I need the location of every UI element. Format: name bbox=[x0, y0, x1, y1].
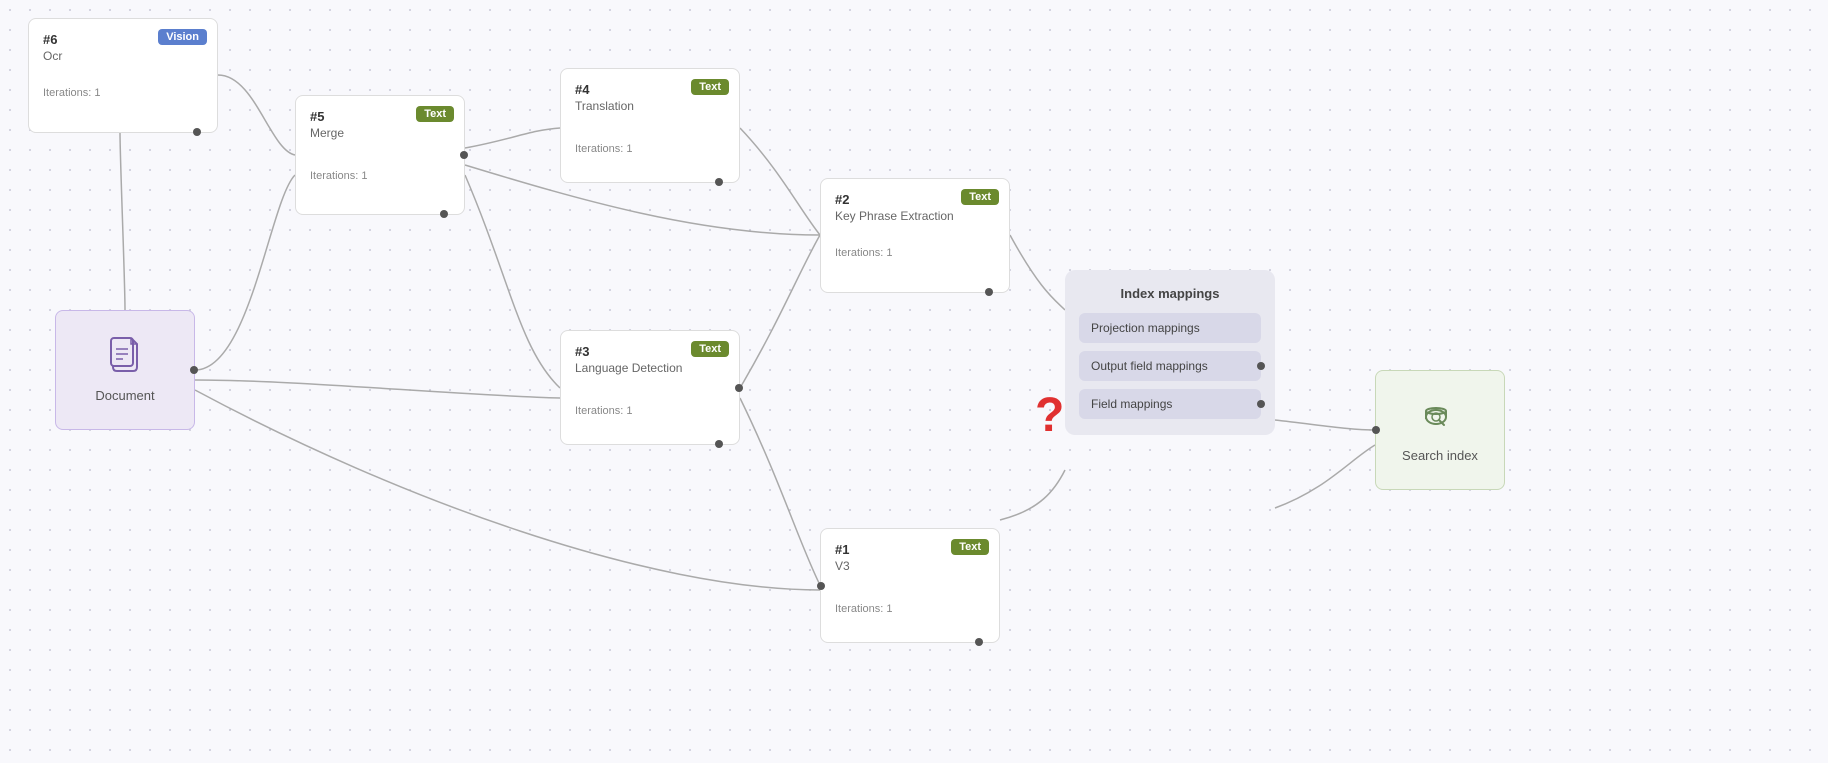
search-index-icon bbox=[1422, 397, 1458, 440]
question-mark: ? bbox=[1035, 388, 1064, 443]
node-4[interactable]: #4 Text Translation Iterations: 1 bbox=[560, 68, 740, 183]
node-1-badge: Text bbox=[951, 539, 989, 555]
node-5-iterations: Iterations: 1 bbox=[310, 170, 450, 182]
node-5[interactable]: #5 Text Merge Iterations: 1 bbox=[295, 95, 465, 215]
node-1-type: V3 bbox=[835, 559, 985, 573]
document-icon bbox=[109, 337, 141, 380]
node-3[interactable]: #3 Text Language Detection Iterations: 1 bbox=[560, 330, 740, 445]
node-3-iterations: Iterations: 1 bbox=[575, 405, 725, 417]
output-field-mappings[interactable]: Output field mappings bbox=[1079, 351, 1261, 381]
node-3-id: #3 bbox=[575, 344, 589, 359]
node-6-id: #6 bbox=[43, 32, 57, 47]
node-2[interactable]: #2 Text Key Phrase Extraction Iterations… bbox=[820, 178, 1010, 293]
node-5-id: #5 bbox=[310, 109, 324, 124]
document-label: Document bbox=[95, 388, 154, 403]
node-4-id: #4 bbox=[575, 82, 589, 97]
node-1[interactable]: #1 Text V3 Iterations: 1 bbox=[820, 528, 1000, 643]
node-5-badge: Text bbox=[416, 106, 454, 122]
node-6-badge: Vision bbox=[158, 29, 207, 45]
search-index-node[interactable]: Search index bbox=[1375, 370, 1505, 490]
index-mappings: Index mappings Projection mappings Outpu… bbox=[1065, 270, 1275, 435]
node-1-id: #1 bbox=[835, 542, 849, 557]
node-6[interactable]: #6 Vision Ocr Iterations: 1 bbox=[28, 18, 218, 133]
node-6-type: Ocr bbox=[43, 49, 203, 63]
node-5-type: Merge bbox=[310, 126, 450, 140]
node-4-badge: Text bbox=[691, 79, 729, 95]
projection-mappings[interactable]: Projection mappings bbox=[1079, 313, 1261, 343]
node-6-iterations: Iterations: 1 bbox=[43, 87, 203, 99]
field-mappings[interactable]: Field mappings bbox=[1079, 389, 1261, 419]
search-index-label: Search index bbox=[1402, 448, 1478, 463]
node-2-badge: Text bbox=[961, 189, 999, 205]
node-1-iterations: Iterations: 1 bbox=[835, 603, 985, 615]
node-2-iterations: Iterations: 1 bbox=[835, 247, 995, 259]
node-2-type: Key Phrase Extraction bbox=[835, 209, 995, 223]
node-4-iterations: Iterations: 1 bbox=[575, 143, 725, 155]
node-2-id: #2 bbox=[835, 192, 849, 207]
node-3-type: Language Detection bbox=[575, 361, 725, 375]
document-node[interactable]: Document bbox=[55, 310, 195, 430]
node-4-type: Translation bbox=[575, 99, 725, 113]
index-mappings-title: Index mappings bbox=[1079, 286, 1261, 301]
node-3-badge: Text bbox=[691, 341, 729, 357]
